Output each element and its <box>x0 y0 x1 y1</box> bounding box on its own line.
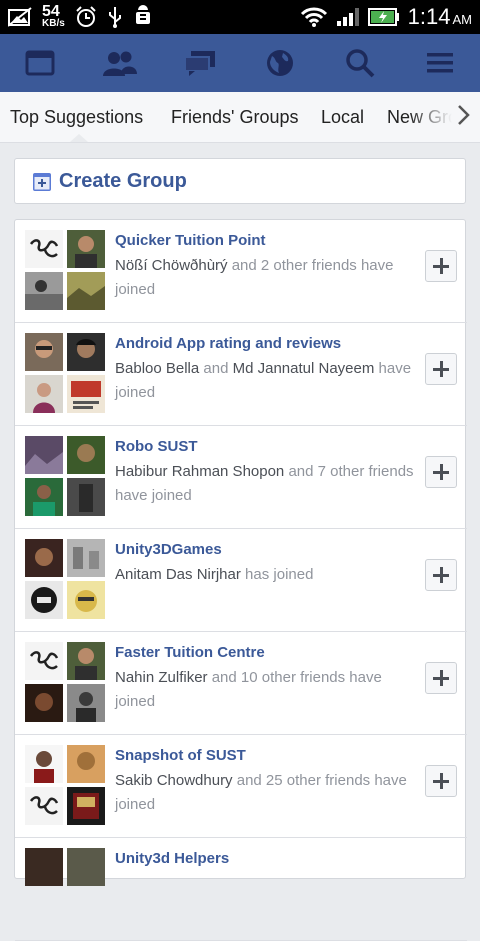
member-photo-mosaic <box>25 333 107 415</box>
net-speed-unit: KB/s <box>42 18 65 29</box>
top-nav <box>0 34 480 92</box>
menu-icon[interactable] <box>420 43 460 83</box>
member-photo <box>67 642 105 680</box>
member-photo <box>67 745 105 783</box>
member-photo <box>67 787 105 825</box>
joined-text: and <box>199 360 233 377</box>
usb-icon <box>108 7 121 28</box>
image-icon <box>8 7 32 27</box>
member-photo <box>25 787 63 825</box>
friend-name[interactable]: Nahin Zulfiker <box>115 669 208 686</box>
friend-name[interactable]: Babloo Bella <box>115 360 199 377</box>
tab-top-suggestions[interactable]: Top Suggestions <box>10 107 143 128</box>
member-photo-mosaic <box>25 745 107 827</box>
member-photo-mosaic <box>25 848 107 930</box>
joined-text: has joined <box>240 566 314 583</box>
signal-icon <box>336 8 359 26</box>
friend-name[interactable]: Sakib Chowdhury <box>115 772 233 789</box>
member-photo <box>67 684 105 722</box>
member-photo <box>25 230 63 268</box>
group-row[interactable]: Unity3d Helpers <box>15 838 467 941</box>
friend-name[interactable]: Md Jannatul Nayeem <box>233 360 375 377</box>
friend-name[interactable]: Nößí Chöwðhùrý <box>115 257 228 274</box>
messages-icon[interactable] <box>180 43 220 83</box>
member-photo <box>25 684 63 722</box>
join-group-button[interactable] <box>425 456 457 488</box>
join-group-button[interactable] <box>425 559 457 591</box>
group-name[interactable]: Unity3d Helpers <box>115 850 229 867</box>
member-photo-mosaic <box>25 230 107 312</box>
member-photo <box>67 230 105 268</box>
member-photo <box>25 333 63 371</box>
group-name[interactable]: Robo SUST <box>115 438 198 455</box>
member-photo <box>67 539 105 577</box>
globe-icon[interactable] <box>260 43 300 83</box>
member-photo <box>67 333 105 371</box>
join-group-button[interactable] <box>425 353 457 385</box>
join-group-button[interactable] <box>425 662 457 694</box>
net-speed-value: 54 <box>42 3 60 20</box>
group-members-text: Anitam Das Nirjhar has joined <box>115 563 415 587</box>
group-row[interactable]: Faster Tuition Centre Nahin Zulfiker and… <box>15 632 467 735</box>
group-row[interactable]: Android App rating and reviews Babloo Be… <box>15 323 467 426</box>
clock: 1:14 AM <box>408 4 472 30</box>
member-photo <box>25 642 63 680</box>
group-members-text: Habibur Rahman Shopon and 7 other friend… <box>115 460 415 508</box>
join-group-button[interactable] <box>425 250 457 282</box>
group-name[interactable]: Faster Tuition Centre <box>115 644 265 661</box>
member-photo <box>25 375 63 413</box>
group-suggestions-list: Quicker Tuition Point Nößí Chöwðhùrý and… <box>14 219 467 941</box>
tab-local[interactable]: Local <box>321 107 364 128</box>
group-members-text: Babloo Bella and Md Jannatul Nayeem have… <box>115 357 415 405</box>
active-tab-indicator <box>70 134 88 142</box>
android-debug-icon <box>135 5 150 24</box>
member-photo <box>25 745 63 783</box>
create-group-label: Create Group <box>59 170 187 192</box>
news-feed-icon[interactable] <box>20 43 60 83</box>
member-photo <box>67 272 105 310</box>
tab-friends-groups[interactable]: Friends' Groups <box>171 107 299 128</box>
friend-name[interactable]: Anitam Das Nirjhar <box>115 566 241 583</box>
friends-icon[interactable] <box>100 43 140 83</box>
member-photo <box>25 272 63 310</box>
join-group-button[interactable] <box>425 765 457 797</box>
search-icon[interactable] <box>340 43 380 83</box>
chevron-right-icon[interactable] <box>454 102 474 128</box>
group-members-text: Nößí Chöwðhùrý and 2 other friends have … <box>115 254 415 302</box>
group-members-text: Sakib Chowdhury and 25 other friends hav… <box>115 769 415 817</box>
group-name[interactable]: Quicker Tuition Point <box>115 232 266 249</box>
member-photo-mosaic <box>25 539 107 621</box>
group-name[interactable]: Android App rating and reviews <box>115 335 341 352</box>
clock-ampm: AM <box>452 12 473 27</box>
group-members-text: Nahin Zulfiker and 10 other friends have… <box>115 666 415 714</box>
net-speed: 54 KB/s <box>42 3 65 29</box>
member-photo <box>25 581 63 619</box>
member-photo <box>67 478 105 516</box>
group-row[interactable]: Quicker Tuition Point Nößí Chöwðhùrý and… <box>15 220 467 323</box>
create-group-icon <box>33 173 51 191</box>
alarm-icon <box>76 6 96 27</box>
create-group-button[interactable]: Create Group <box>14 158 466 204</box>
group-row[interactable]: Snapshot of SUST Sakib Chowdhury and 25 … <box>15 735 467 838</box>
group-name[interactable]: Snapshot of SUST <box>115 747 246 764</box>
friend-name[interactable]: Habibur Rahman Shopon <box>115 463 284 480</box>
clock-time: 1:14 <box>407 4 451 29</box>
group-name[interactable]: Unity3DGames <box>115 541 222 558</box>
wifi-icon <box>300 7 327 27</box>
battery-icon <box>367 8 399 26</box>
member-photo-mosaic <box>25 436 107 518</box>
member-photo <box>67 581 105 619</box>
member-photo <box>25 539 63 577</box>
member-photo <box>67 436 105 474</box>
member-photo <box>67 375 105 413</box>
member-photo <box>25 436 63 474</box>
group-row[interactable]: Unity3DGames Anitam Das Nirjhar has join… <box>15 529 467 632</box>
group-row[interactable]: Robo SUST Habibur Rahman Shopon and 7 ot… <box>15 426 467 529</box>
member-photo-mosaic <box>25 642 107 724</box>
status-bar: 54 KB/s 1:14 AM <box>0 0 480 34</box>
member-photo <box>25 478 63 516</box>
